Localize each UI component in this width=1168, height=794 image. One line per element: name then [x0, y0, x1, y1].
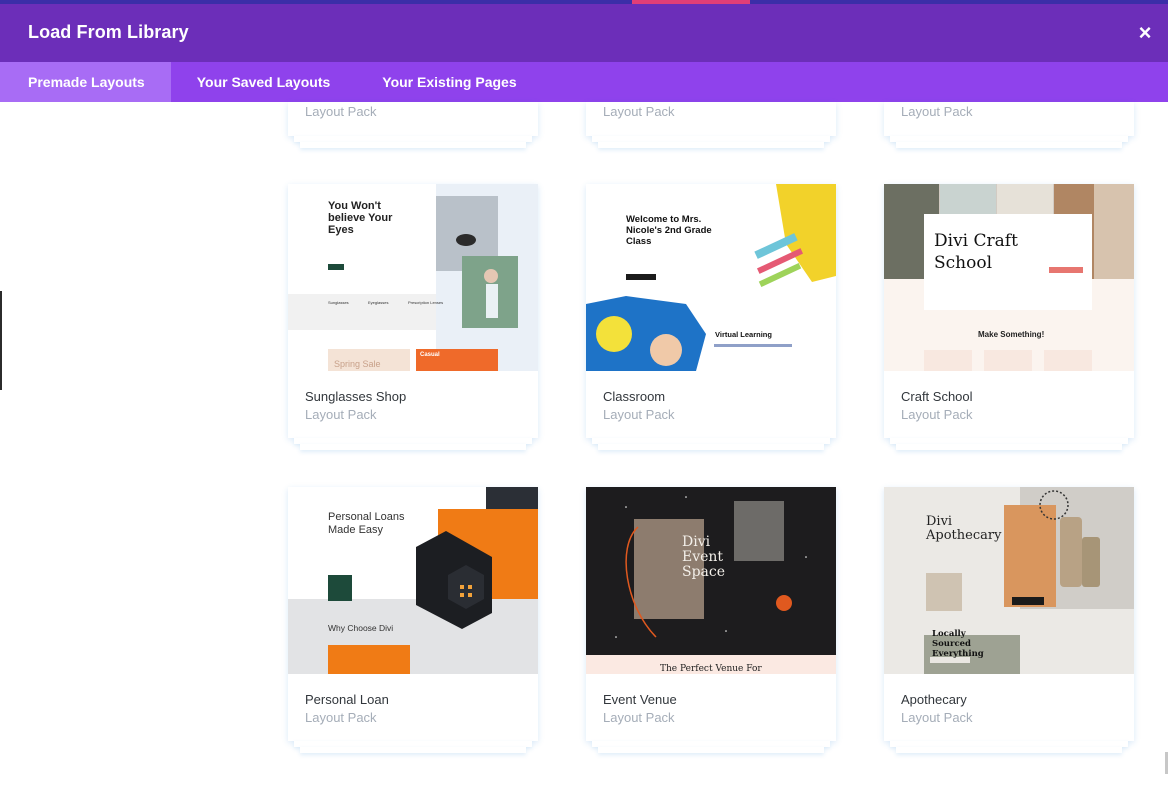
layout-card-event-venue[interactable]: Divi Event Space The Perfect Venue For E… — [586, 487, 836, 753]
thumb-banner-2: Casual — [420, 352, 440, 358]
layout-thumbnail: Divi Apothecary Locally Sourced Everythi… — [884, 487, 1134, 674]
layout-card-title: Event Venue — [603, 692, 677, 707]
layout-card-title: Apothecary — [901, 692, 967, 707]
thumb-section: Virtual Learning — [715, 330, 772, 339]
thumb-col-1: Sunglasses — [328, 300, 349, 305]
thumb-col-3: Prescription Lenses — [408, 300, 444, 305]
modal-title: Load From Library — [28, 22, 189, 42]
thumb-section: Why Choose Divi — [328, 623, 394, 633]
layout-thumbnail: Divi Event Space The Perfect Venue For — [586, 487, 836, 674]
layout-card-sub: Layout Pack — [603, 407, 675, 422]
tab-premade-layouts[interactable]: Premade Layouts — [0, 62, 171, 102]
layout-card-craft-school[interactable]: Divi Craft School Make Something! Craft … — [884, 184, 1134, 450]
layout-card-title: Personal Loan — [305, 692, 389, 707]
layout-card-sunglasses-shop[interactable]: You Won't believe Your Eyes Sunglasses E… — [288, 184, 538, 450]
layout-card-sub: Layout Pack — [901, 104, 973, 119]
layout-thumbnail: Personal Loans Made Easy Why Choose Divi — [288, 487, 538, 674]
layout-thumbnail: You Won't believe Your Eyes Sunglasses E… — [288, 184, 538, 371]
layout-card-sub: Layout Pack — [603, 710, 675, 725]
layout-thumbnail: Divi Craft School Make Something! — [884, 184, 1134, 371]
layout-card-sub: Layout Pack — [901, 710, 973, 725]
layout-card-title: Sunglasses Shop — [305, 389, 407, 404]
thumb-headline: Divi Craft School — [934, 231, 1018, 273]
layout-card-title: Craft School — [901, 389, 973, 404]
thumb-col-2: Eyeglasses — [368, 300, 389, 305]
thumb-section: Locally Sourced Everything — [932, 629, 984, 659]
thumb-headline: Personal Loans Made Easy — [328, 511, 405, 536]
close-icon[interactable]: × — [1134, 22, 1156, 44]
layout-card-personal-loan[interactable]: Personal Loans Made Easy Why Choose Divi… — [288, 487, 538, 753]
layout-card-classroom[interactable]: Welcome to Mrs. Nicole's 2nd Grade Class… — [586, 184, 836, 450]
thumb-headline: Welcome to Mrs. Nicole's 2nd Grade Class — [626, 214, 712, 247]
tab-saved-layouts[interactable]: Your Saved Layouts — [171, 62, 357, 102]
layout-card-sub: Layout Pack — [305, 407, 377, 422]
thumb-headline: Divi Apothecary — [926, 514, 1002, 543]
layout-card-top-2[interactable]: Layout Pack — [586, 102, 836, 148]
layout-card-title: Classroom — [603, 389, 666, 404]
layout-card-top-1[interactable]: Layout Pack — [288, 102, 538, 148]
thumb-headline: Divi Event Space — [682, 534, 726, 580]
modal-header: Load From Library × — [0, 4, 1168, 62]
layout-card-top-3[interactable]: Layout Pack — [884, 102, 1134, 148]
thumb-headline: You Won't believe Your Eyes — [328, 200, 393, 236]
layout-card-sub: Layout Pack — [305, 104, 377, 119]
tab-bar: Premade Layouts Your Saved Layouts Your … — [0, 62, 1168, 102]
left-edge-marker — [0, 291, 2, 390]
layout-card-sub: Layout Pack — [901, 407, 973, 422]
layout-card-apothecary[interactable]: Divi Apothecary Locally Sourced Everythi… — [884, 487, 1134, 753]
layout-card-sub: Layout Pack — [305, 710, 377, 725]
thumb-section: The Perfect Venue For — [660, 664, 762, 674]
craft-school-preview — [884, 184, 1134, 371]
tab-existing-pages[interactable]: Your Existing Pages — [356, 62, 542, 102]
layout-thumbnail: Welcome to Mrs. Nicole's 2nd Grade Class… — [586, 184, 836, 371]
classroom-preview — [586, 184, 836, 371]
thumb-banner-1: Spring Sale — [334, 359, 381, 369]
event-venue-preview — [586, 487, 836, 674]
layout-card-sub: Layout Pack — [603, 104, 675, 119]
thumb-section: Make Something! — [978, 330, 1045, 339]
